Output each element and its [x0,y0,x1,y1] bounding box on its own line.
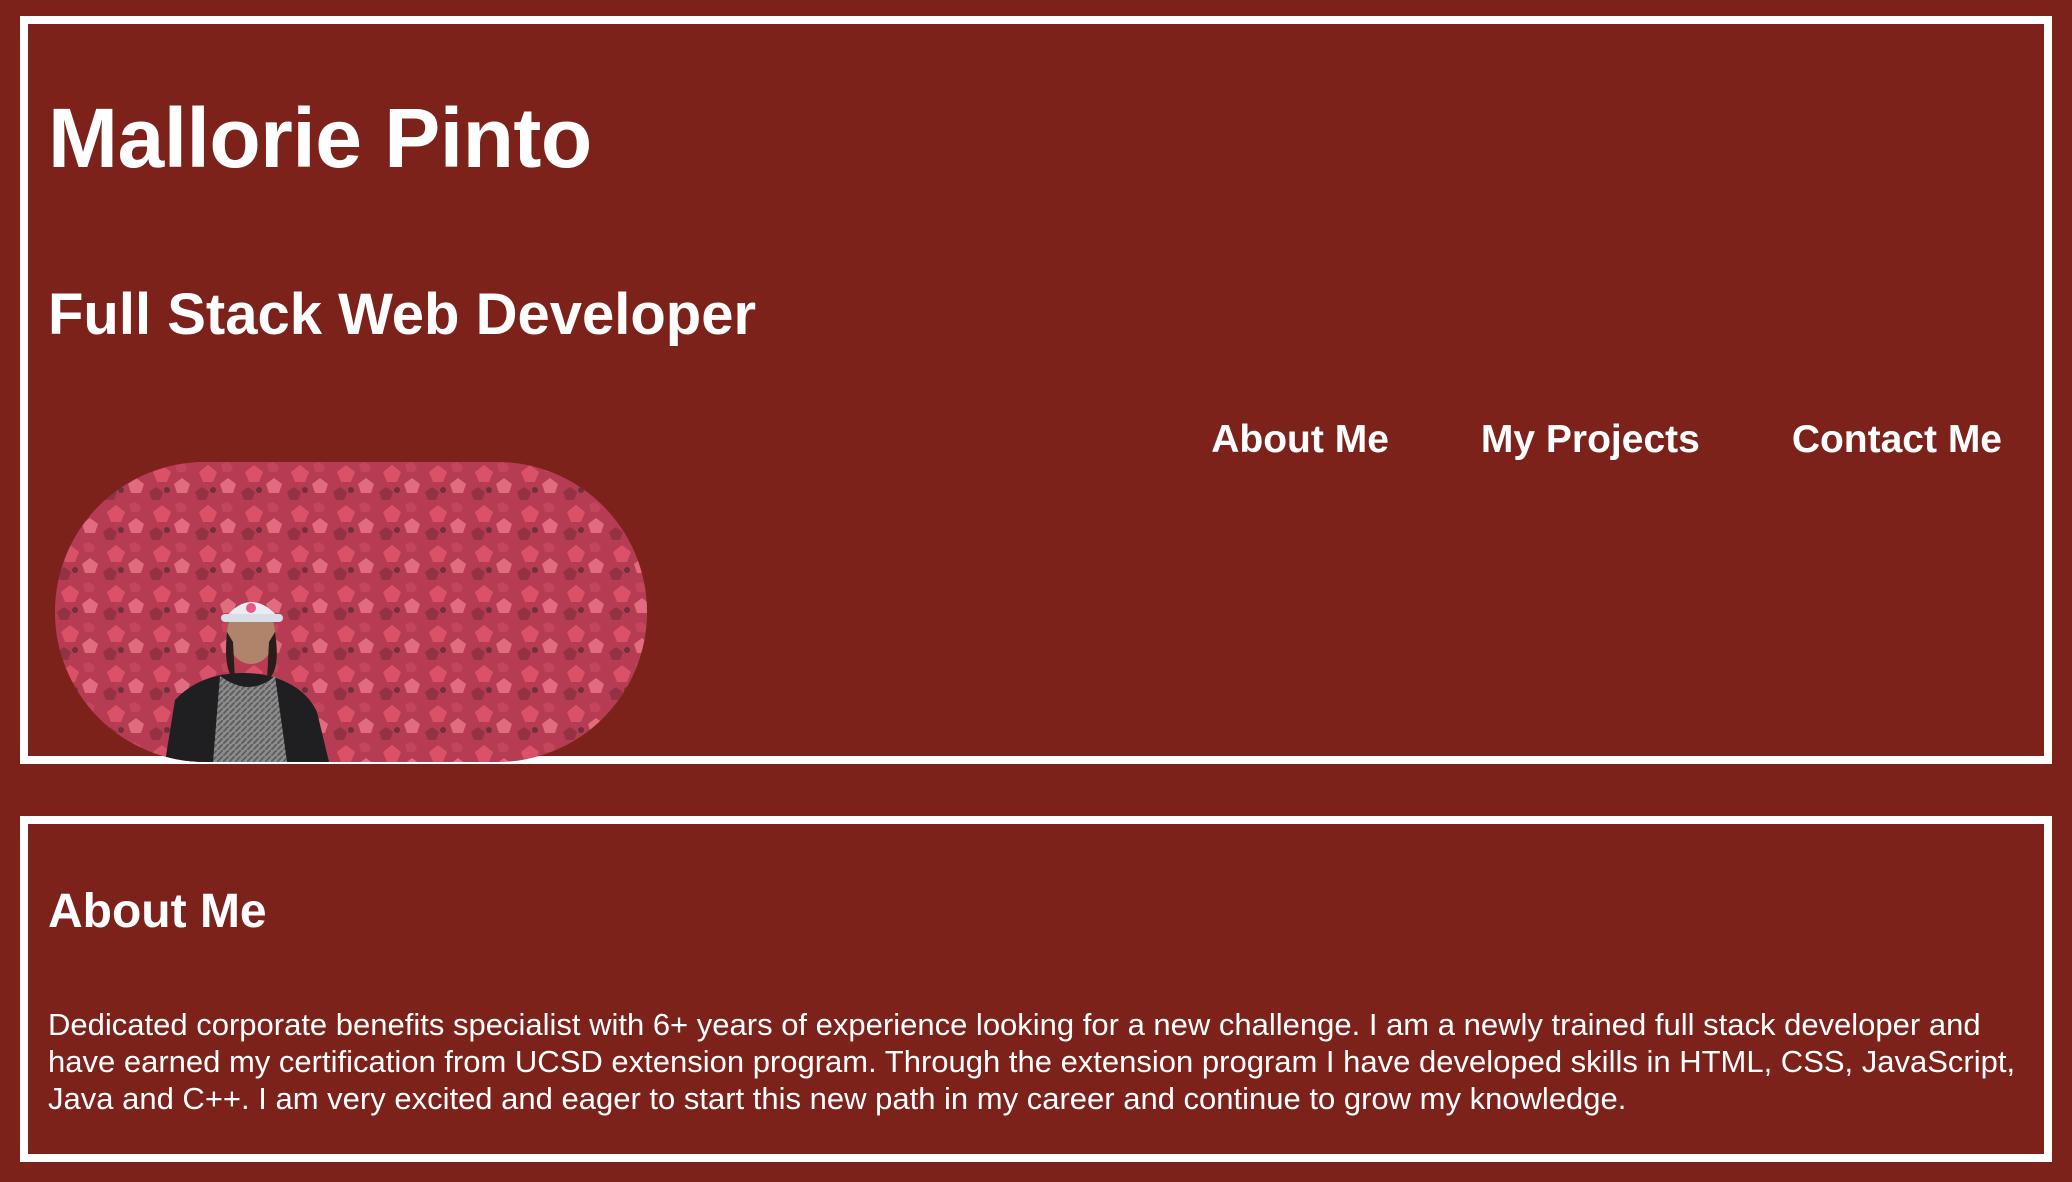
profile-photo-image [55,462,647,762]
page: Mallorie Pinto Full Stack Web Developer … [0,0,2072,1182]
site-title-name: Mallorie Pinto [48,91,592,185]
about-section: About Me Dedicated corporate benefits sp… [20,816,2052,1162]
nav-link-contact-me[interactable]: Contact Me [1792,420,2002,459]
hero-section: Mallorie Pinto Full Stack Web Developer … [20,16,2052,764]
profile-photo [55,462,647,762]
nav-link-about-me[interactable]: About Me [1211,420,1389,459]
about-heading: About Me [48,885,267,938]
main-nav: About Me My Projects Contact Me [1211,420,2002,459]
nav-link-my-projects[interactable]: My Projects [1481,420,1700,459]
about-paragraph: Dedicated corporate benefits specialist … [48,1007,2016,1116]
job-title: Full Stack Web Developer [48,282,757,347]
